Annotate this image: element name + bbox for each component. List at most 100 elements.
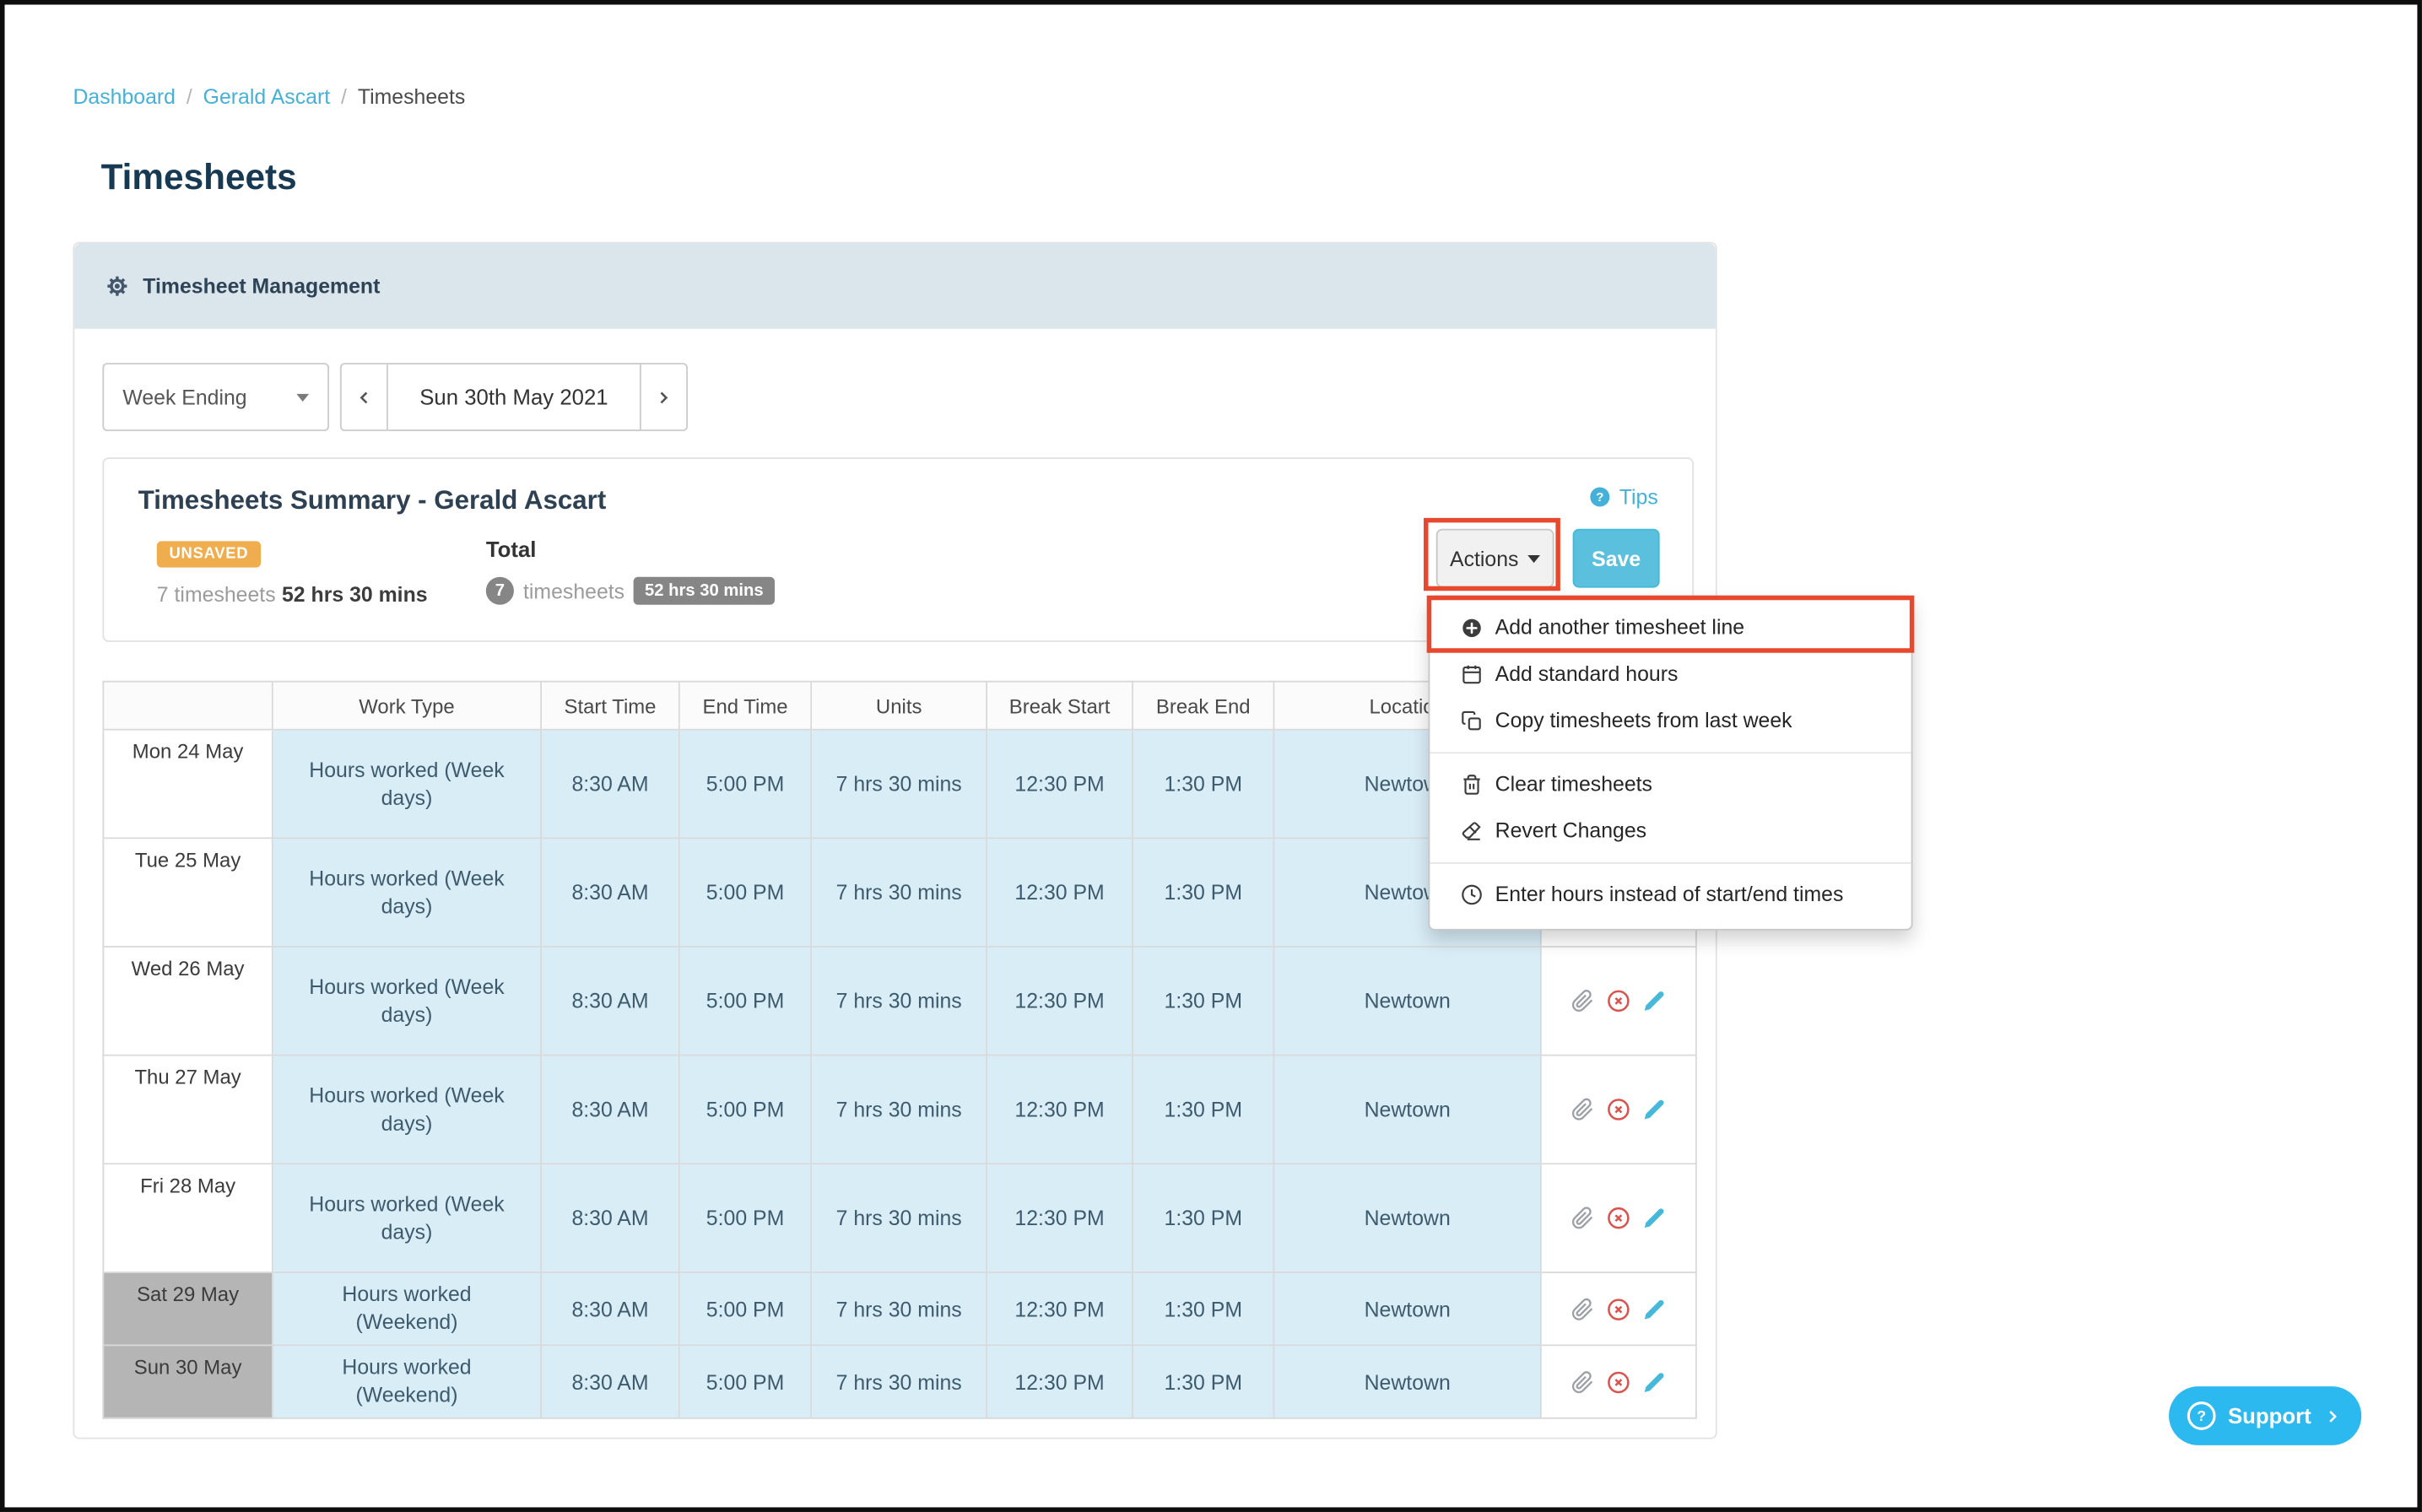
summary-title: Timesheets Summary - Gerald Ascart <box>138 485 607 516</box>
day-cell: Thu 27 May <box>102 1056 273 1165</box>
end-time-cell[interactable]: 5:00 PM <box>680 1346 812 1418</box>
location-cell[interactable]: Newtown <box>1274 1273 1541 1346</box>
plus-circle-icon <box>1461 617 1483 639</box>
start-time-cell[interactable]: 8:30 AM <box>542 1164 680 1273</box>
column-header-start-time: Start Time <box>542 681 680 731</box>
edit-row-icon[interactable] <box>1642 1370 1666 1394</box>
units-cell[interactable]: 7 hrs 30 mins <box>812 948 987 1056</box>
attachment-icon[interactable] <box>1571 1297 1595 1320</box>
units-cell[interactable]: 7 hrs 30 mins <box>812 1164 987 1273</box>
menu-item-add-standard-hours[interactable]: Add standard hours <box>1430 651 1911 698</box>
attachment-icon[interactable] <box>1571 1370 1595 1394</box>
day-cell: Sun 30 May <box>102 1346 273 1418</box>
total-hours-badge: 52 hrs 30 mins <box>634 577 774 605</box>
break-end-cell[interactable]: 1:30 PM <box>1133 731 1274 840</box>
edit-row-icon[interactable] <box>1642 1207 1666 1230</box>
menu-item-enter-hours-instead-of-start-end-times[interactable]: Enter hours instead of start/end times <box>1430 872 1911 918</box>
menu-item-add-another-timesheet-line[interactable]: Add another timesheet line <box>1430 605 1911 651</box>
work-type-cell[interactable]: Hours worked (Week days) <box>273 839 542 948</box>
actions-button[interactable]: Actions <box>1436 529 1554 588</box>
select-caret-icon <box>296 393 309 401</box>
edit-row-icon[interactable] <box>1642 1098 1666 1121</box>
save-button[interactable]: Save <box>1573 529 1660 588</box>
menu-item-clear-timesheets[interactable]: Clear timesheets <box>1430 761 1911 807</box>
work-type-cell[interactable]: Hours worked (Week days) <box>273 1164 542 1273</box>
week-navigation: Sun 30th May 2021 <box>340 363 688 431</box>
menu-item-label: Revert Changes <box>1495 816 1646 847</box>
menu-item-revert-changes[interactable]: Revert Changes <box>1430 808 1911 855</box>
end-time-cell[interactable]: 5:00 PM <box>680 1273 812 1346</box>
period-type-select[interactable]: Week Ending <box>102 363 329 431</box>
trash-icon <box>1461 774 1483 796</box>
menu-item-copy-timesheets-from-last-week[interactable]: Copy timesheets from last week <box>1430 698 1911 744</box>
units-cell[interactable]: 7 hrs 30 mins <box>812 1273 987 1346</box>
units-cell[interactable]: 7 hrs 30 mins <box>812 731 987 840</box>
start-time-cell[interactable]: 8:30 AM <box>542 1273 680 1346</box>
work-type-cell[interactable]: Hours worked (Week days) <box>273 1056 542 1165</box>
end-time-cell[interactable]: 5:00 PM <box>680 948 812 1056</box>
panel-header-title: Timesheet Management <box>143 274 380 298</box>
delete-row-icon[interactable] <box>1607 990 1630 1013</box>
day-cell: Mon 24 May <box>102 731 273 840</box>
break-end-cell[interactable]: 1:30 PM <box>1133 1273 1274 1346</box>
location-cell[interactable]: Newtown <box>1274 1346 1541 1418</box>
break-start-cell[interactable]: 12:30 PM <box>987 1164 1133 1273</box>
summary-counts: 7 timesheets52 hrs 30 mins <box>157 583 428 607</box>
table-row: Fri 28 May Hours worked (Week days) 8:30… <box>102 1164 1696 1273</box>
units-cell[interactable]: 7 hrs 30 mins <box>812 1056 987 1165</box>
actions-button-label: Actions <box>1450 547 1518 570</box>
location-cell[interactable]: Newtown <box>1274 1056 1541 1165</box>
column-header-units: Units <box>812 681 987 731</box>
attachment-icon[interactable] <box>1571 1207 1595 1230</box>
work-type-cell[interactable]: Hours worked (Week days) <box>273 948 542 1056</box>
break-start-cell[interactable]: 12:30 PM <box>987 1346 1133 1418</box>
break-start-cell[interactable]: 12:30 PM <box>987 948 1133 1056</box>
start-time-cell[interactable]: 8:30 AM <box>542 1346 680 1418</box>
screenshot-frame: Dashboard / Gerald Ascart / Timesheets T… <box>0 0 2422 1512</box>
edit-row-icon[interactable] <box>1642 1297 1666 1320</box>
break-end-cell[interactable]: 1:30 PM <box>1133 1164 1274 1273</box>
week-ending-date[interactable]: Sun 30th May 2021 <box>388 363 640 431</box>
break-end-cell[interactable]: 1:30 PM <box>1133 1056 1274 1165</box>
break-end-cell[interactable]: 1:30 PM <box>1133 1346 1274 1418</box>
column-header-day <box>102 681 273 731</box>
tips-link[interactable]: Tips <box>1588 485 1658 509</box>
clock-icon <box>1461 884 1483 906</box>
units-cell[interactable]: 7 hrs 30 mins <box>812 1346 987 1418</box>
break-start-cell[interactable]: 12:30 PM <box>987 1273 1133 1346</box>
day-cell: Sat 29 May <box>102 1273 273 1346</box>
break-end-cell[interactable]: 1:30 PM <box>1133 839 1274 948</box>
work-type-cell[interactable]: Hours worked (Weekend) <box>273 1273 542 1346</box>
edit-row-icon[interactable] <box>1642 990 1666 1013</box>
start-time-cell[interactable]: 8:30 AM <box>542 839 680 948</box>
menu-divider <box>1430 752 1911 753</box>
attachment-icon[interactable] <box>1571 990 1595 1013</box>
end-time-cell[interactable]: 5:00 PM <box>680 1164 812 1273</box>
breadcrumb-link-dashboard[interactable]: Dashboard <box>73 85 176 109</box>
delete-row-icon[interactable] <box>1607 1297 1630 1320</box>
start-time-cell[interactable]: 8:30 AM <box>542 731 680 840</box>
break-start-cell[interactable]: 12:30 PM <box>987 731 1133 840</box>
end-time-cell[interactable]: 5:00 PM <box>680 731 812 840</box>
delete-row-icon[interactable] <box>1607 1370 1630 1394</box>
location-cell[interactable]: Newtown <box>1274 1164 1541 1273</box>
attachment-icon[interactable] <box>1571 1098 1595 1121</box>
next-week-button[interactable] <box>640 363 688 431</box>
work-type-cell[interactable]: Hours worked (Week days) <box>273 731 542 840</box>
work-type-cell[interactable]: Hours worked (Weekend) <box>273 1346 542 1418</box>
location-cell[interactable]: Newtown <box>1274 948 1541 1056</box>
end-time-cell[interactable]: 5:00 PM <box>680 1056 812 1165</box>
break-start-cell[interactable]: 12:30 PM <box>987 839 1133 948</box>
end-time-cell[interactable]: 5:00 PM <box>680 839 812 948</box>
delete-row-icon[interactable] <box>1607 1098 1630 1121</box>
break-end-cell[interactable]: 1:30 PM <box>1133 948 1274 1056</box>
support-button[interactable]: Support <box>2169 1386 2360 1445</box>
break-start-cell[interactable]: 12:30 PM <box>987 1056 1133 1165</box>
delete-row-icon[interactable] <box>1607 1207 1630 1230</box>
units-cell[interactable]: 7 hrs 30 mins <box>812 839 987 948</box>
breadcrumb-link-gerald-ascart[interactable]: Gerald Ascart <box>203 85 330 109</box>
start-time-cell[interactable]: 8:30 AM <box>542 948 680 1056</box>
prev-week-button[interactable] <box>340 363 388 431</box>
support-label: Support <box>2228 1403 2311 1428</box>
start-time-cell[interactable]: 8:30 AM <box>542 1056 680 1165</box>
